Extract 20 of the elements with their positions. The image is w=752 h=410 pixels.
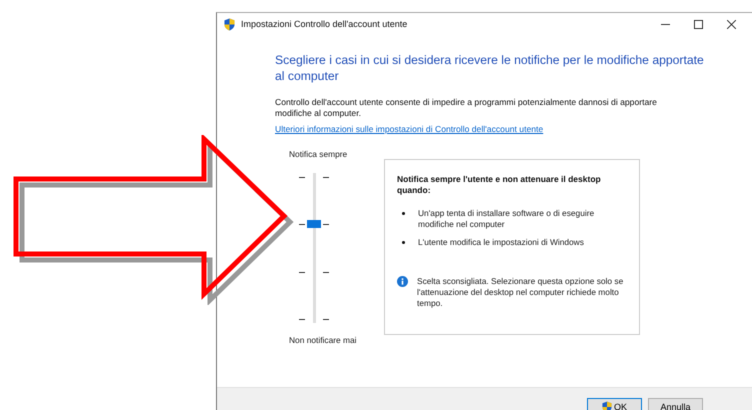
- maximize-icon[interactable]: [694, 20, 703, 28]
- window-title: Impostazioni Controllo dell'account utente: [241, 19, 408, 29]
- dialog-heading: Scegliere i casi in cui si desidera ricevere le notifiche per le modifiche apportate al computer: [275, 52, 705, 84]
- info-icon: [397, 276, 408, 287]
- bullet-icon: [402, 212, 405, 215]
- shield-icon: [224, 18, 235, 30]
- note-text: Scelta sconsigliata. Selezionare questa opzione solo se l'attenuazione del desktop nel computer richiede molto tempo.: [417, 276, 624, 309]
- description-text: Controllo dell'account utente consente di impedire a programmi potenzialmente dannosi di apportare modifiche al computer.: [275, 97, 658, 119]
- shield-icon: [602, 401, 612, 410]
- panel-title: Notifica sempre l'utente e non attenuare il desktop quando:: [397, 174, 602, 196]
- dialog-button[interactable]: Annulla: [648, 398, 703, 410]
- bullet-icon: [402, 241, 405, 244]
- dialog-button[interactable]: OK: [587, 398, 642, 410]
- close-icon[interactable]: [727, 20, 736, 28]
- slider-bottom-label: Non notificare mai: [289, 335, 358, 345]
- bullet-text: L'utente modifica le impostazioni di Windows: [418, 237, 584, 248]
- more-info-link[interactable]: Ulteriori informazioni sulle impostazioni di Controllo dell'account utente: [275, 124, 544, 134]
- slider-top-label: Notifica sempre: [289, 149, 348, 159]
- slider-thumb[interactable]: [307, 220, 321, 228]
- bullet-text: Un'app tenta di installare software o di eseguire modifiche nel computer: [418, 208, 596, 230]
